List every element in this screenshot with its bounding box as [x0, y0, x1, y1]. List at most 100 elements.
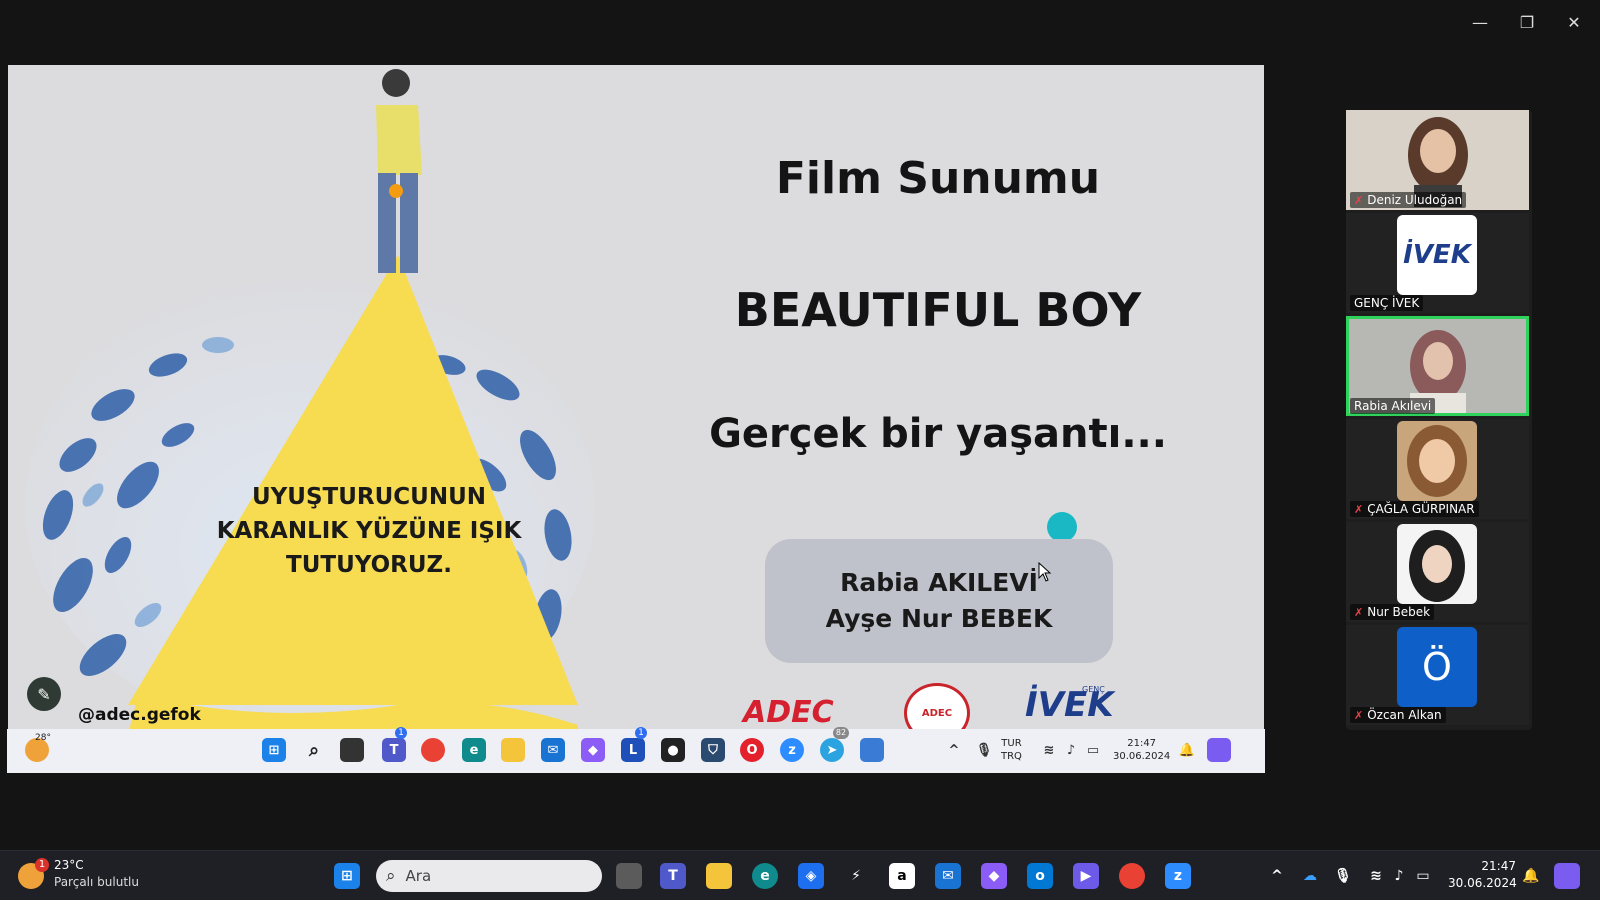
restore-icon: ❐: [1519, 12, 1535, 32]
close-button[interactable]: ✕: [1557, 10, 1591, 34]
edge-icon[interactable]: e: [462, 738, 486, 762]
copilot-icon[interactable]: ◆: [581, 738, 605, 762]
outlook-icon[interactable]: o: [1027, 863, 1053, 889]
slide-tagline: Gerçek bir yaşantı...: [709, 411, 1167, 457]
slide-handle: @adec.gefok: [78, 705, 201, 725]
participant-tile[interactable]: ✗ Deniz Uludoğan: [1346, 110, 1529, 210]
microphone-icon[interactable]: 🎙: [972, 738, 996, 762]
participant-name-label: ✗ Özcan Alkan: [1350, 707, 1446, 723]
teams-icon[interactable]: T: [660, 863, 686, 889]
onedrive-icon[interactable]: ☁: [1297, 863, 1323, 889]
task-view-icon[interactable]: [340, 738, 364, 762]
participant-name-label: ✗ Nur Bebek: [1350, 604, 1435, 620]
close-icon: ✕: [1567, 12, 1581, 32]
participant-name-label: Rabia Akılevi: [1350, 398, 1436, 414]
mic-off-icon: ✗: [1354, 502, 1364, 516]
amazon-icon[interactable]: a: [889, 863, 915, 889]
battery-icon[interactable]: ▭: [1410, 863, 1436, 889]
ivek-small-label: GENÇ: [1082, 685, 1105, 694]
l-app-icon[interactable]: L: [621, 738, 645, 762]
participant-avatar-letter: Ö: [1397, 627, 1477, 707]
restore-button[interactable]: ❐: [1510, 10, 1544, 34]
teams-badge: 1: [395, 727, 407, 739]
notification-bell-icon[interactable]: 🔔: [1518, 863, 1544, 889]
zoom-icon[interactable]: z: [1165, 863, 1191, 889]
adec-logo: ADEC: [743, 695, 834, 729]
local-clock[interactable]: 21:47 30.06.2024: [1448, 858, 1517, 892]
search-placeholder: Ara: [405, 867, 432, 885]
photos-icon[interactable]: [860, 738, 884, 762]
app-icon[interactable]: ⚡: [843, 863, 869, 889]
remote-weather-temp: 28°: [35, 733, 51, 743]
search-icon: ⌕: [386, 866, 396, 886]
participant-avatar: [1397, 421, 1477, 501]
remote-clock[interactable]: 21:47 30.06.2024: [1113, 737, 1170, 763]
folder-icon[interactable]: [501, 738, 525, 762]
presenters-box: Rabia AKILEVİ Ayşe Nur BEBEK: [765, 539, 1113, 663]
participant-name-label: ✗ Deniz Uludoğan: [1350, 192, 1467, 208]
genc-ivek-avatar: İVEK: [1397, 215, 1477, 295]
participant-tile[interactable]: İVEK GENÇ İVEK: [1346, 213, 1529, 313]
windows-start-icon[interactable]: ⊞: [334, 863, 360, 889]
telegram-icon[interactable]: ➤: [820, 738, 844, 762]
participant-name-label: ✗ ÇAĞLA GÜRPINAR: [1350, 501, 1479, 517]
file-explorer-icon[interactable]: [706, 863, 732, 889]
mic-off-icon: ✗: [1354, 605, 1364, 619]
copilot-icon[interactable]: ◆: [981, 863, 1007, 889]
shared-screen[interactable]: UYUŞTURUCUNUN KARANLIK YÜZÜNE IŞIK TUTUY…: [8, 65, 1264, 729]
chrome-icon[interactable]: [421, 738, 445, 762]
video-app-icon[interactable]: ▶: [1073, 863, 1099, 889]
presenter-name: Ayşe Nur BEBEK: [825, 604, 1053, 633]
adec-seal-logo: ADEC: [904, 683, 970, 729]
zoom-icon[interactable]: z: [780, 738, 804, 762]
copilot-pre-icon[interactable]: [1554, 863, 1580, 889]
chevron-up-icon[interactable]: ^: [942, 738, 966, 762]
recorder-icon[interactable]: ●: [661, 738, 685, 762]
pencil-icon: ✎: [37, 684, 51, 704]
boy-figure: [376, 69, 422, 273]
chevron-up-icon[interactable]: ^: [1264, 863, 1290, 889]
participant-tile[interactable]: Ö ✗ Özcan Alkan: [1346, 625, 1529, 725]
taskbar-search[interactable]: ⌕ Ara: [376, 860, 602, 892]
minimize-icon: —: [1472, 12, 1488, 32]
search-icon[interactable]: ⌕: [302, 738, 326, 762]
remote-lang-indicator[interactable]: TUR TRQ: [1001, 737, 1022, 763]
triangle-text: UYUŞTURUCUNUN KARANLIK YÜZÜNE IŞIK TUTUY…: [216, 484, 522, 578]
battery-icon[interactable]: ▭: [1081, 738, 1105, 762]
local-taskbar: 1 23°C Parçalı bulutlu ⊞ ⌕ Ara T e ◈ ⚡ a…: [0, 850, 1600, 900]
annotate-pen-button[interactable]: ✎: [27, 677, 61, 711]
wifi-icon[interactable]: ≋: [1037, 738, 1061, 762]
mouse-cursor-icon: [1038, 562, 1052, 582]
mic-off-icon: ✗: [1354, 193, 1364, 207]
participant-tile[interactable]: Rabia Akılevi: [1346, 316, 1529, 416]
chrome-icon[interactable]: [1119, 863, 1145, 889]
l-app-badge: 1: [635, 727, 647, 739]
edge-icon[interactable]: e: [752, 863, 778, 889]
telegram-badge: 82: [833, 727, 849, 739]
mail-icon[interactable]: ✉: [541, 738, 565, 762]
minimize-button[interactable]: —: [1463, 10, 1497, 34]
remote-taskbar: 28° ⊞ ⌕ T 1 e ✉ ◆ L 1 ● ⛉ O z ➤ 82 ^ 🎙 T…: [7, 727, 1265, 773]
microphone-icon[interactable]: 🎙: [1330, 863, 1356, 889]
volume-icon[interactable]: ♪: [1386, 863, 1412, 889]
participant-avatar: [1397, 524, 1477, 604]
participant-tile[interactable]: ✗ Nur Bebek: [1346, 522, 1529, 622]
shield-icon[interactable]: ⛉: [701, 738, 725, 762]
volume-icon[interactable]: ♪: [1059, 738, 1083, 762]
participant-gallery: ✗ Deniz Uludoğan İVEK GENÇ İVEK Rabia Akı…: [1346, 110, 1532, 730]
dropbox-icon[interactable]: ◈: [798, 863, 824, 889]
mail-icon[interactable]: ✉: [935, 863, 961, 889]
opera-icon[interactable]: O: [740, 738, 764, 762]
copilot-pre-icon[interactable]: [1207, 738, 1231, 762]
presenter-name: Rabia AKILEVİ: [840, 568, 1038, 597]
teams-icon[interactable]: T: [382, 738, 406, 762]
mic-off-icon: ✗: [1354, 708, 1364, 722]
task-view-icon[interactable]: [616, 863, 642, 889]
weather-badge: 1: [35, 858, 49, 872]
slide-title: Film Sunumu: [775, 153, 1101, 204]
slide-movie-title: BEAUTIFUL BOY: [734, 283, 1142, 337]
local-weather-temp: 23°C: [54, 858, 84, 872]
notification-bell-icon[interactable]: 🔔: [1175, 738, 1199, 762]
participant-tile[interactable]: ✗ ÇAĞLA GÜRPINAR: [1346, 419, 1529, 519]
windows-start-icon[interactable]: ⊞: [262, 738, 286, 762]
